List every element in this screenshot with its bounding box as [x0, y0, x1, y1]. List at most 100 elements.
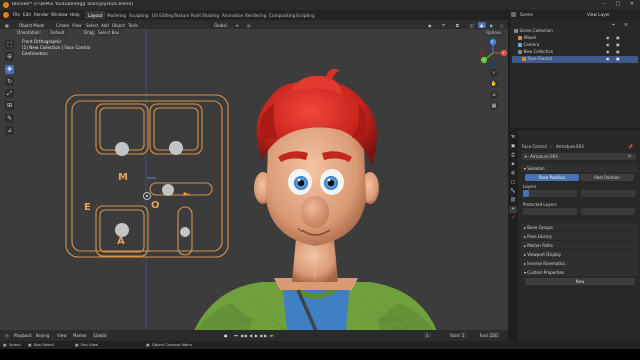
render-camera-icon[interactable]: ▣ [616, 42, 620, 47]
layers-grid-right[interactable] [581, 190, 635, 197]
menu-view[interactable]: View [72, 23, 82, 29]
options-dropdown[interactable]: Options [484, 29, 504, 36]
tools-tab[interactable]: Tools [128, 23, 138, 29]
scene-selector[interactable]: Scene [519, 12, 534, 18]
visibility-eye-icon[interactable]: ◉ [606, 56, 610, 61]
panel-skeleton-header[interactable]: ▾ Skeleton [521, 164, 638, 172]
snap-icon[interactable]: ⌖ [234, 22, 241, 28]
render-camera-icon[interactable]: ▣ [616, 56, 620, 61]
menu-render[interactable]: Render [33, 12, 50, 18]
shading-rendered-icon[interactable]: ○ [498, 22, 506, 28]
shading-solid-icon[interactable]: ● [478, 22, 486, 28]
new-property-button[interactable]: New [525, 278, 635, 285]
end-frame-field[interactable]: 250 [488, 332, 500, 338]
camera-view-icon[interactable]: ⌂ [490, 91, 498, 99]
tab-bone-icon[interactable]: ⟋ [509, 215, 517, 222]
3d-viewport[interactable] [0, 20, 508, 340]
visibility-eye-icon[interactable]: ◉ [606, 49, 610, 54]
tab-render-icon[interactable]: ▣ [509, 143, 517, 150]
tab-scripting[interactable]: Scripting [293, 11, 318, 19]
timeline-editor-icon[interactable]: ◷ [3, 332, 11, 338]
pan-hand-icon[interactable]: ✋ [490, 80, 498, 88]
panel-custom-properties[interactable]: ▾ Custom Properties [521, 268, 638, 276]
maximize-button[interactable]: □ [612, 1, 624, 9]
tab-world-icon[interactable]: ◍ [509, 170, 517, 177]
layers-grid-left[interactable] [523, 190, 577, 197]
playback-controls[interactable]: ⏮ ◀◀ ◀ ▶ ▶▶ ⏭ [232, 332, 276, 338]
keying-menu[interactable]: Keying [34, 332, 51, 338]
transform-orientation-dropdown[interactable]: Global [212, 22, 229, 28]
zoom-icon[interactable]: ⌕ [490, 69, 498, 77]
mode-dropdown[interactable]: Object Mode [17, 22, 47, 28]
current-frame-field[interactable]: 1 [424, 332, 431, 338]
drag-dropdown[interactable]: Select Box [96, 29, 122, 36]
perspective-toggle-icon[interactable]: ▦ [490, 102, 498, 110]
tab-modifier-icon[interactable]: 🔧 [509, 188, 517, 195]
tab-tool-icon[interactable]: ⚒ [509, 134, 517, 141]
menu-edit[interactable]: Edit [22, 12, 32, 18]
render-camera-icon[interactable]: ▣ [616, 49, 620, 54]
view-layer-selector[interactable]: View Layer [586, 12, 611, 18]
tool-select-box[interactable]: ⬚ [5, 40, 14, 49]
playback-menu[interactable]: Playback [12, 332, 34, 338]
timeline-view-menu[interactable]: View [55, 332, 69, 338]
panel-bone-groups[interactable]: ▸ Bone Groups [521, 223, 638, 231]
pose-position-button[interactable]: Pose Position [525, 174, 579, 181]
blender-menu-icon[interactable] [3, 12, 9, 18]
menu-add[interactable]: Add [101, 23, 109, 29]
proportional-edit-icon[interactable]: ◎ [245, 22, 253, 28]
fake-user-icon[interactable]: ⛉ [628, 154, 631, 159]
tab-constraint-icon[interactable]: ⛓ [509, 197, 517, 204]
interpolation-dropdown[interactable]: Linear [92, 332, 109, 338]
panel-pose-library[interactable]: ▸ Pose Library [521, 232, 638, 240]
visibility-eye-icon[interactable]: ◉ [606, 42, 610, 47]
tool-transform[interactable]: ⊞ [5, 101, 14, 110]
datablock-name[interactable]: Armature.003 [530, 154, 558, 159]
start-frame-field[interactable]: 1 [460, 332, 467, 338]
joystick-handles[interactable] [115, 141, 190, 237]
layer-1-toggle[interactable] [523, 190, 529, 197]
orientation-dropdown[interactable]: Default [48, 29, 67, 36]
rest-position-button[interactable]: Rest Position [580, 174, 634, 181]
menu-file[interactable]: File [12, 12, 21, 18]
create-tab[interactable]: Create [56, 23, 69, 29]
tab-sculpting[interactable]: Sculpting [126, 11, 152, 19]
tool-scale[interactable]: ⤢ [5, 89, 14, 98]
protected-layers-grid-left[interactable] [523, 208, 577, 215]
panel-motion-paths[interactable]: ▸ Motion Paths [521, 241, 638, 249]
joystick-rig[interactable] [65, 94, 229, 258]
visibility-icon[interactable]: ◉ [426, 22, 434, 28]
visibility-eye-icon[interactable]: ◉ [606, 35, 610, 40]
pin-icon[interactable]: 📌 [628, 144, 633, 149]
tool-measure[interactable]: ⊿ [5, 126, 14, 135]
panel-inverse-kinematics[interactable]: ▸ Inverse Kinematics [521, 259, 638, 267]
outliner-display-icon[interactable]: ☰ [624, 22, 628, 27]
tab-layout[interactable]: Layout [85, 11, 106, 19]
gizmo-toggle-icon[interactable]: ⤧ [440, 22, 448, 28]
outliner-row-scene-collection[interactable]: Scene Collection [512, 28, 638, 35]
minimize-button[interactable]: – [598, 1, 610, 9]
record-icon[interactable]: ● [222, 332, 230, 338]
tab-armature-data-icon[interactable]: ✦ [509, 206, 517, 213]
tab-scene-icon[interactable]: ◈ [509, 161, 517, 168]
render-camera-icon[interactable]: ▣ [616, 35, 620, 40]
close-button[interactable]: ✕ [626, 1, 638, 9]
editor-type-icon[interactable]: ▦ [3, 22, 11, 28]
marker-menu[interactable]: Marker [71, 332, 89, 338]
menu-select[interactable]: Select [86, 23, 98, 29]
shading-material-icon[interactable]: ◐ [488, 22, 496, 28]
tool-rotate[interactable]: ↻ [5, 77, 14, 86]
outliner-filter-icon[interactable]: ⏷ [612, 22, 615, 27]
tab-object-icon[interactable]: □ [509, 179, 517, 186]
menu-help[interactable]: Help [69, 12, 81, 18]
menu-window[interactable]: Window [50, 12, 69, 18]
panel-viewport-display[interactable]: ▸ Viewport Display [521, 250, 638, 258]
xray-icon[interactable]: ◫ [468, 22, 476, 28]
overlay-toggle-icon[interactable]: ⧉ [454, 22, 461, 28]
tool-move[interactable]: ✥ [5, 65, 14, 74]
tab-output-icon[interactable]: ⎙ [509, 152, 517, 159]
tool-cursor[interactable]: ⊕ [5, 52, 14, 61]
tool-annotate[interactable]: ✎ [5, 114, 14, 123]
menu-object[interactable]: Object [112, 23, 125, 29]
protected-layers-grid-right[interactable] [581, 208, 635, 215]
